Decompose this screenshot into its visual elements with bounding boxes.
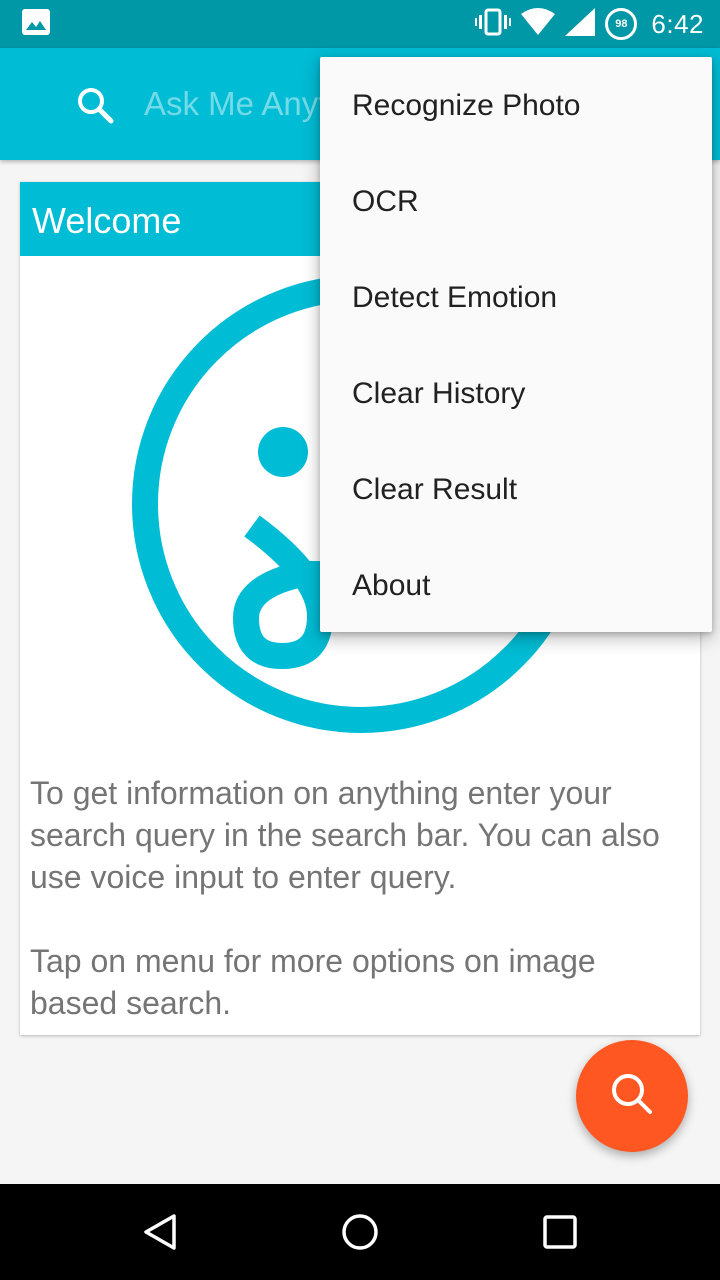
menu-item-label: Clear Result — [352, 473, 518, 506]
menu-item-label: Clear History — [352, 377, 526, 410]
wifi-icon — [521, 7, 556, 41]
home-icon[interactable] — [340, 1212, 380, 1252]
cell-signal-icon — [565, 7, 596, 41]
menu-item-label: Recognize Photo — [352, 89, 581, 122]
menu-item-ocr[interactable]: OCR — [320, 154, 712, 250]
search-fab-button[interactable] — [576, 1040, 688, 1152]
menu-item-detect-emotion[interactable]: Detect Emotion — [320, 250, 712, 346]
menu-item-recognize-photo[interactable]: Recognize Photo — [320, 58, 712, 154]
status-clock: 6:42 — [651, 8, 704, 39]
search-icon — [608, 1070, 656, 1123]
menu-item-clear-history[interactable]: Clear History — [320, 346, 712, 442]
vibrate-icon — [475, 8, 512, 41]
menu-item-about[interactable]: About — [320, 538, 712, 634]
navigation-bar — [0, 1184, 720, 1280]
screen: 98 6:42 Welcome To get information on an… — [0, 0, 720, 1280]
battery-icon: 98 — [605, 8, 638, 40]
image-notification-icon — [22, 8, 50, 40]
menu-item-clear-result[interactable]: Clear Result — [320, 442, 712, 538]
menu-item-label: OCR — [352, 185, 419, 218]
overflow-menu: Recognize Photo OCR Detect Emotion Clear… — [320, 57, 712, 632]
card-body: To get information on anything enter you… — [30, 772, 690, 1024]
battery-level: 98 — [615, 18, 628, 30]
card-paragraph-2: Tap on menu for more options on image ba… — [30, 943, 596, 1021]
status-bar: 98 6:42 — [0, 0, 720, 48]
recents-icon[interactable] — [540, 1212, 580, 1252]
back-icon[interactable] — [140, 1212, 180, 1252]
search-icon[interactable] — [76, 86, 116, 126]
menu-item-label: Detect Emotion — [352, 281, 558, 314]
card-paragraph-1: To get information on anything enter you… — [30, 775, 660, 895]
menu-item-label: About — [352, 569, 431, 602]
